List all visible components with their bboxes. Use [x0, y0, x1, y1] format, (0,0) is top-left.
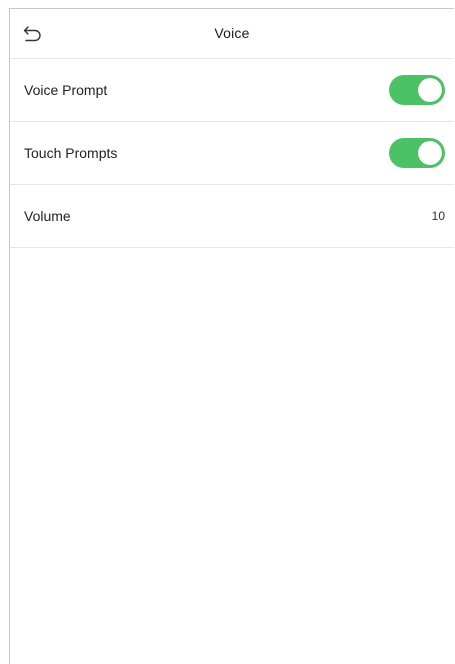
touch-prompts-row[interactable]: Touch Prompts: [10, 122, 454, 185]
volume-label: Volume: [24, 208, 71, 224]
touch-prompts-toggle[interactable]: [389, 138, 445, 168]
header-bar: Voice: [10, 9, 454, 59]
voice-prompt-row[interactable]: Voice Prompt: [10, 59, 454, 122]
volume-value: 10: [431, 209, 445, 223]
voice-prompt-label: Voice Prompt: [24, 82, 108, 98]
toggle-knob: [418, 141, 442, 165]
touch-prompts-label: Touch Prompts: [24, 145, 118, 161]
voice-settings-screen: Voice Voice Prompt Touch Prompts Volume …: [9, 8, 454, 664]
page-title: Voice: [214, 25, 250, 41]
toggle-knob: [418, 78, 442, 102]
voice-prompt-toggle[interactable]: [389, 75, 445, 105]
volume-row[interactable]: Volume 10: [10, 185, 454, 248]
